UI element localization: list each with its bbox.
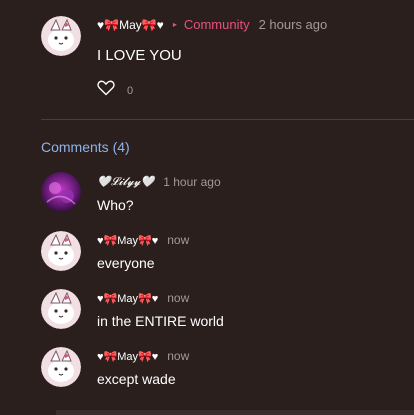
comment-timestamp: now [167, 349, 190, 363]
comment-timestamp: now [167, 291, 190, 305]
comment-author-name[interactable]: ♥🎀May🎀♥ [97, 350, 158, 363]
comment-avatar[interactable] [41, 347, 81, 387]
comment-header: ♥🎀May🎀♥ now [97, 349, 189, 363]
comment-body: in the ENTIRE world [97, 313, 224, 329]
comment-author-name[interactable]: 🤍𝓛𝓲𝓵𝔂𝔂🤍 [97, 175, 154, 189]
post-header: ♥🎀May🎀♥ ▸ Community 2 hours ago [97, 17, 327, 32]
comments-heading[interactable]: Comments (4) [41, 139, 130, 155]
comment-body: Who? [97, 197, 134, 213]
comment-author-name[interactable]: ♥🎀May🎀♥ [97, 234, 158, 247]
post-author-name[interactable]: ♥🎀May🎀♥ [97, 18, 164, 32]
like-count: 0 [127, 84, 134, 97]
comment-avatar[interactable] [41, 172, 81, 212]
divider [41, 119, 414, 120]
comment-body: except wade [97, 371, 176, 387]
comment-body: everyone [97, 255, 155, 271]
community-link[interactable]: Community [184, 17, 250, 32]
post-timestamp: 2 hours ago [258, 17, 328, 32]
comment-header: ♥🎀May🎀♥ now [97, 233, 189, 247]
comment-input-bar[interactable] [56, 410, 414, 415]
comment-header: 🤍𝓛𝓲𝓵𝔂𝔂🤍 1 hour ago [97, 175, 221, 189]
comment-timestamp: 1 hour ago [163, 175, 221, 189]
post-author-avatar[interactable] [41, 16, 81, 56]
comment-avatar[interactable] [41, 231, 81, 271]
comment-timestamp: now [167, 233, 190, 247]
comment-author-name[interactable]: ♥🎀May🎀♥ [97, 292, 158, 305]
like-row: 0 [97, 80, 133, 101]
heart-icon[interactable] [97, 80, 115, 101]
comment-avatar[interactable] [41, 289, 81, 329]
caret-right-icon: ▸ [172, 20, 177, 29]
comment-header: ♥🎀May🎀♥ now [97, 291, 189, 305]
post-body: I LOVE YOU [97, 47, 182, 64]
